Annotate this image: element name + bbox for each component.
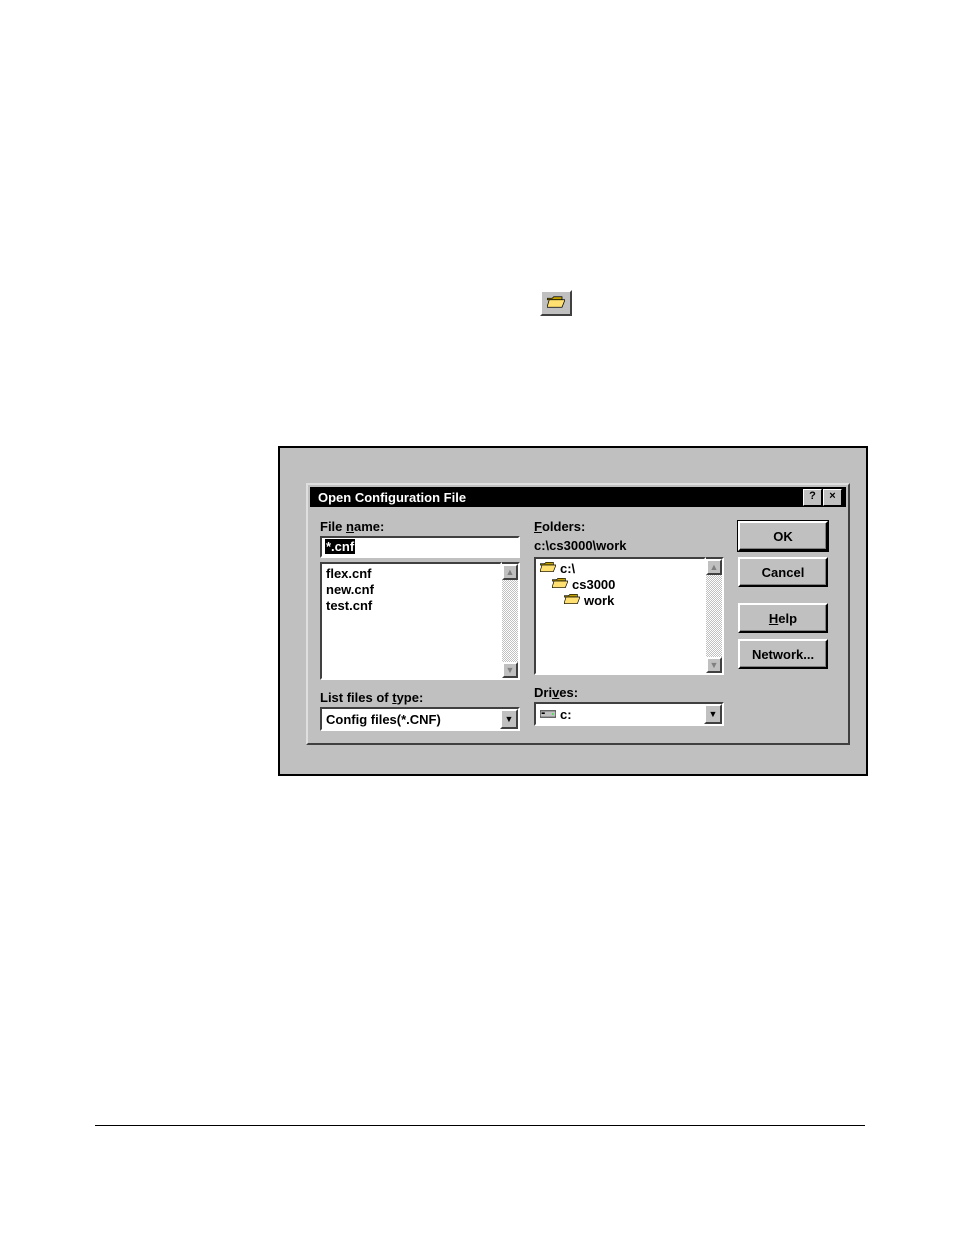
scroll-track[interactable] [502, 580, 518, 662]
dialog-title: Open Configuration File [318, 490, 802, 505]
footer-rule [95, 1125, 865, 1126]
list-item[interactable]: new.cnf [326, 582, 496, 598]
list-item[interactable]: flex.cnf [326, 566, 496, 582]
folder-item[interactable]: work [540, 593, 700, 609]
file-name-label: File name: [320, 519, 520, 534]
open-file-toolbar-button[interactable] [540, 290, 572, 316]
file-list[interactable]: flex.cnf new.cnf test.cnf [320, 562, 502, 680]
scroll-up-icon[interactable]: ▲ [706, 559, 722, 575]
open-config-dialog: Open Configuration File ? × File name: *… [306, 483, 850, 745]
folder-tree[interactable]: c:\ cs3000 [534, 557, 706, 675]
scroll-down-icon[interactable]: ▼ [706, 657, 722, 673]
titlebar-close-button[interactable]: × [823, 489, 842, 506]
folder-item[interactable]: cs3000 [540, 577, 700, 593]
cancel-button[interactable]: Cancel [738, 557, 828, 587]
folder-item[interactable]: c:\ [540, 561, 700, 577]
file-list-scrollbar[interactable]: ▲ ▼ [502, 562, 520, 680]
file-type-label: List files of type: [320, 690, 520, 705]
network-button[interactable]: Network... [738, 639, 828, 669]
list-item[interactable]: test.cnf [326, 598, 496, 614]
drives-dropdown[interactable]: c: ▼ [534, 702, 724, 726]
ok-button[interactable]: OK [738, 521, 828, 551]
scroll-up-icon[interactable]: ▲ [502, 564, 518, 580]
dropdown-arrow-icon[interactable]: ▼ [704, 704, 722, 724]
dropdown-arrow-icon[interactable]: ▼ [500, 709, 518, 729]
drive-icon [540, 707, 556, 722]
scroll-down-icon[interactable]: ▼ [502, 662, 518, 678]
open-folder-icon [564, 593, 580, 609]
title-bar[interactable]: Open Configuration File ? × [310, 487, 846, 507]
open-folder-icon [552, 577, 568, 593]
file-type-value: Config files(*.CNF) [322, 709, 500, 729]
file-type-dropdown[interactable]: Config files(*.CNF) ▼ [320, 707, 520, 731]
help-button[interactable]: Help [738, 603, 828, 633]
titlebar-help-button[interactable]: ? [803, 489, 822, 506]
middle-column: Folders: c:\cs3000\work c:\ [534, 519, 724, 731]
window-frame: Open Configuration File ? × File name: *… [278, 446, 868, 776]
drives-value: c: [536, 704, 704, 724]
left-column: File name: *.cnf flex.cnf new.cnf test.c… [320, 519, 520, 731]
drives-label: Drives: [534, 685, 724, 700]
folders-label: Folders: [534, 519, 724, 534]
current-path: c:\cs3000\work [534, 538, 724, 553]
folder-tree-scrollbar[interactable]: ▲ ▼ [706, 557, 724, 675]
scroll-track[interactable] [706, 575, 722, 657]
button-column: OK Cancel Help Network... [738, 519, 828, 731]
file-name-input[interactable]: *.cnf [320, 536, 520, 558]
file-list-wrap: flex.cnf new.cnf test.cnf ▲ ▼ [320, 562, 520, 680]
dialog-body: File name: *.cnf flex.cnf new.cnf test.c… [308, 509, 848, 743]
titlebar-buttons: ? × [802, 489, 842, 506]
page: Open Configuration File ? × File name: *… [0, 0, 954, 1235]
folder-tree-wrap: c:\ cs3000 [534, 557, 724, 675]
open-folder-icon [547, 295, 565, 312]
open-folder-icon [540, 561, 556, 577]
